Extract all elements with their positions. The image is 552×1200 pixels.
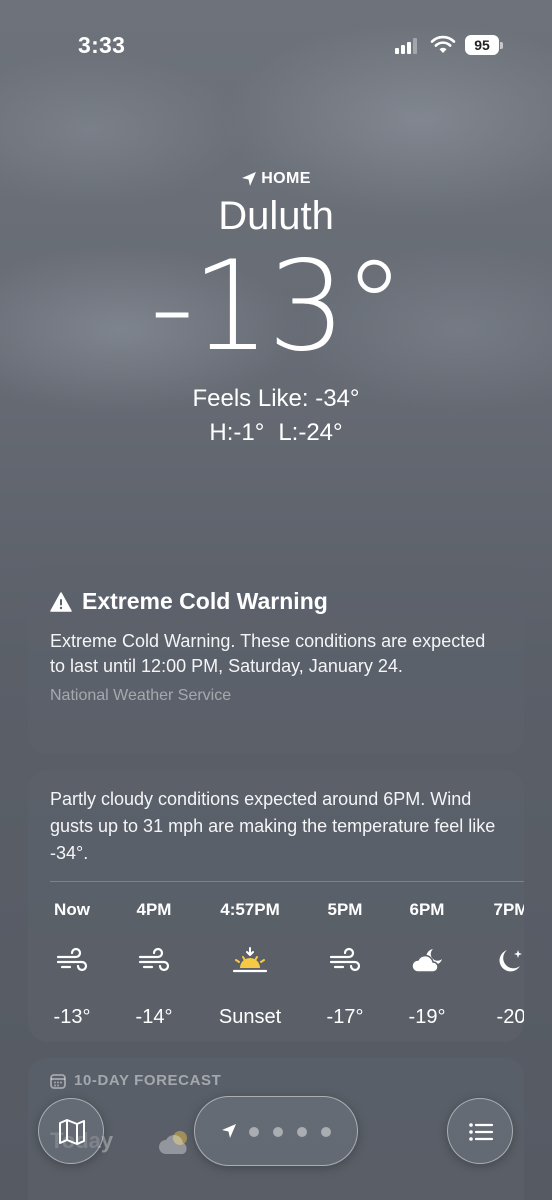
battery-indicator: 95: [465, 35, 505, 55]
hour-temp: Sunset: [218, 1006, 282, 1028]
sunset-icon: [232, 947, 268, 973]
current-temperature: -13°: [149, 235, 406, 379]
weather-alert-card[interactable]: Extreme Cold Warning Extreme Cold Warnin…: [28, 566, 524, 754]
wind-icon: [138, 947, 170, 972]
hour-temp: -20: [496, 1006, 524, 1028]
hour-temp: -17°: [326, 1006, 364, 1028]
location-label: HOME: [0, 170, 552, 188]
forecast-header: 10-DAY FORECAST: [50, 1072, 502, 1089]
list-icon: [469, 1123, 494, 1141]
partly-cloudy-night-icon: [411, 949, 442, 973]
alert-source: National Weather Service: [50, 687, 232, 704]
hourly-summary: Partly cloudy conditions expected around…: [50, 789, 496, 863]
feels-like: Feels Like: -34°: [192, 385, 360, 412]
forecast-title: 10-DAY FORECAST: [74, 1072, 222, 1089]
hour-temp: -14°: [135, 1006, 173, 1028]
alert-title: Extreme Cold Warning: [82, 588, 328, 614]
map-icon: [59, 1119, 85, 1145]
location-label-text: HOME: [261, 170, 311, 187]
low-temp: L:-24°: [278, 419, 343, 446]
page-dot[interactable]: [273, 1127, 283, 1137]
status-time: 3:33: [78, 32, 126, 58]
battery-level: 95: [465, 35, 499, 55]
alert-title-row: Extreme Cold Warning: [50, 588, 502, 615]
hourly-forecast-card[interactable]: Partly cloudy conditions expected around…: [28, 770, 524, 1042]
hour-label: Now: [54, 900, 90, 919]
city-name: Duluth: [218, 194, 334, 238]
map-button[interactable]: [38, 1098, 104, 1164]
bottom-toolbar: [0, 1090, 552, 1180]
status-bar: 3:33 95: [0, 0, 552, 90]
alert-body: Extreme Cold Warning. These conditions a…: [50, 631, 486, 676]
high-low: H:-1° L:-24°: [0, 419, 552, 447]
cellular-signal-icon: [395, 38, 419, 54]
hour-temp: -13°: [53, 1006, 91, 1028]
moon-stars-icon: [499, 950, 522, 972]
high-temp: H:-1°: [209, 419, 265, 446]
current-location-icon: [222, 1124, 236, 1138]
hour-label: 4:57PM: [220, 900, 280, 919]
hour-label: 7PM: [493, 900, 524, 919]
hour-label: 4PM: [136, 900, 172, 919]
location-page-indicator[interactable]: [194, 1096, 358, 1166]
hourly-scroll[interactable]: Now -13° 4PM -14° 4:57PM Sunset 5PM -17°…: [28, 882, 524, 1032]
wind-icon: [56, 947, 88, 972]
current-conditions: HOME Duluth -13° Feels Like: -34° H:-1° L…: [0, 170, 552, 447]
locations-list-button[interactable]: [447, 1098, 513, 1164]
page-dot[interactable]: [249, 1127, 259, 1137]
hour-label: 6PM: [409, 900, 445, 919]
page-dot[interactable]: [297, 1127, 307, 1137]
wind-icon: [329, 947, 361, 972]
calendar-icon: [50, 1073, 66, 1089]
hour-temp: -19°: [408, 1006, 446, 1028]
location-arrow-icon: [242, 172, 257, 186]
wifi-icon: [430, 35, 456, 53]
warning-icon: [50, 591, 72, 612]
page-dot[interactable]: [321, 1127, 331, 1137]
hour-label: 5PM: [327, 900, 363, 919]
